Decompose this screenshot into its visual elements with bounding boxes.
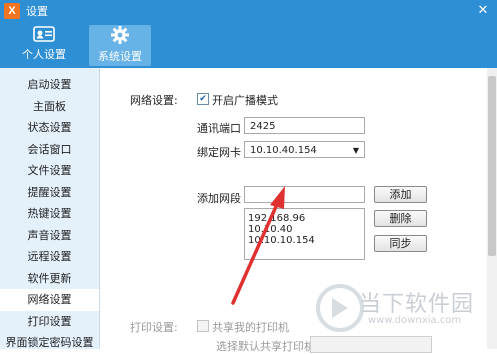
watermark-url: www.downxia.com xyxy=(368,315,462,326)
watermark-text: 当下软件园 xyxy=(359,292,475,317)
watermark: 当下软件园 www.downxia.com xyxy=(314,280,484,336)
